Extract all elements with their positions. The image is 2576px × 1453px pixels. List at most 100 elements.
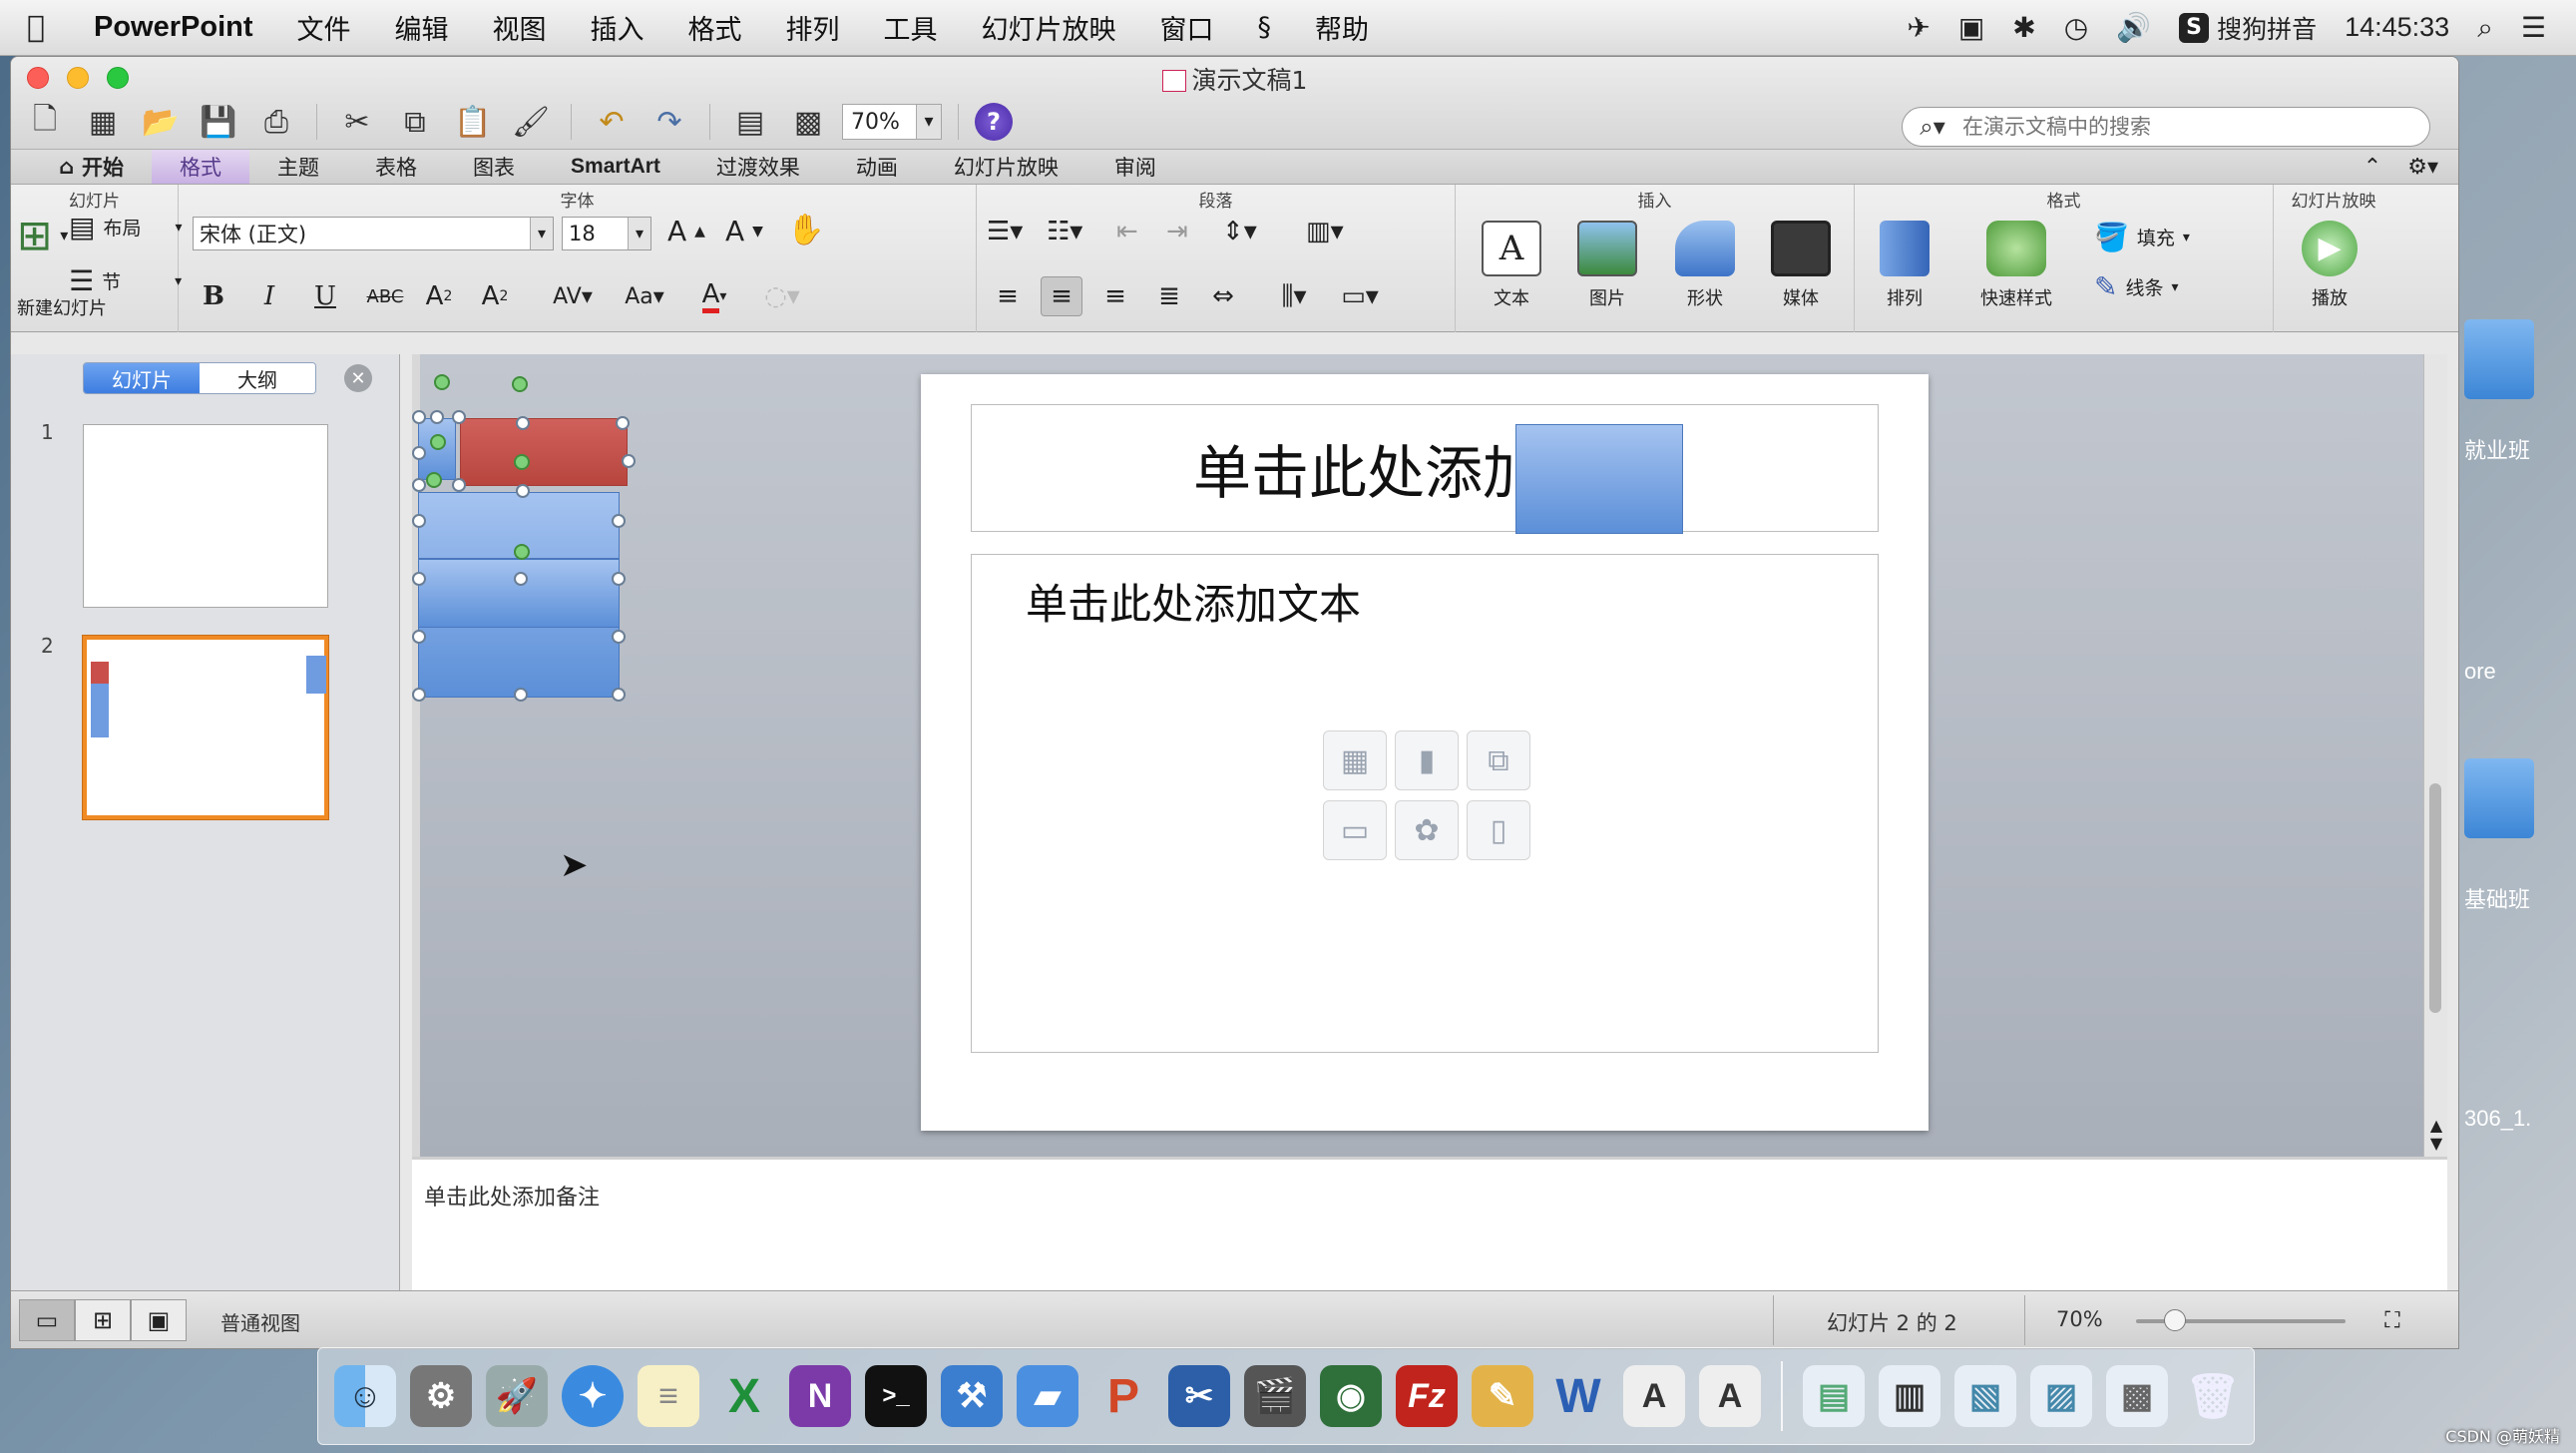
menu-clock[interactable]: 14:45:33	[2345, 12, 2449, 43]
rotation-handle[interactable]	[434, 374, 450, 390]
desktop-folder-icon[interactable]	[2464, 758, 2534, 838]
notes-pane[interactable]: 单击此处添加备注	[412, 1157, 2447, 1290]
decrease-indent-icon[interactable]: ⇤	[1116, 217, 1138, 246]
rotation-handle[interactable]	[512, 376, 528, 392]
insert-shape-button[interactable]: 形状	[1665, 221, 1745, 310]
font-color-icon[interactable]: A ▾	[683, 276, 745, 316]
launchpad-icon[interactable]: 🚀	[486, 1365, 548, 1427]
folder-icon[interactable]: ▰	[1017, 1365, 1078, 1427]
resize-handle[interactable]	[412, 572, 426, 586]
open-icon[interactable]: 📂	[137, 101, 185, 143]
excel-icon[interactable]: X	[713, 1365, 775, 1427]
align-left-icon[interactable]: ≡	[987, 276, 1029, 316]
grow-font-icon[interactable]: A ▲	[667, 215, 705, 247]
tab-tables[interactable]: 表格	[347, 150, 445, 184]
notes-icon[interactable]: ≡	[638, 1365, 699, 1427]
paste-icon[interactable]: 📋	[449, 101, 497, 143]
numbering-icon[interactable]: ☷▾	[1047, 217, 1082, 246]
shape-fill-button[interactable]: 🪣 填充 ▾	[2094, 221, 2190, 253]
desktop-label[interactable]: 就业班	[2464, 433, 2530, 465]
insert-clipart-icon[interactable]: ✿	[1395, 800, 1459, 860]
title-placeholder[interactable]: 单击此处添加标题	[971, 404, 1879, 532]
menu-arrange[interactable]: 排列	[764, 8, 862, 47]
downloads-stack-icon[interactable]: ▤	[1803, 1365, 1865, 1427]
resize-handle[interactable]	[412, 514, 426, 528]
underline-icon[interactable]: U	[304, 276, 346, 316]
close-pane-icon[interactable]: ✕	[344, 364, 372, 392]
increase-indent-icon[interactable]: ⇥	[1166, 217, 1188, 246]
insert-chart-icon[interactable]: ▮	[1395, 730, 1459, 790]
italic-icon[interactable]: I	[248, 276, 290, 316]
font-size-select[interactable]: 18	[562, 217, 651, 250]
character-spacing-icon[interactable]: AV▾	[542, 276, 604, 316]
resize-handle[interactable]	[612, 688, 626, 702]
ribbon-settings-icon[interactable]: ⚙▾	[2407, 155, 2438, 180]
collapse-ribbon-icon[interactable]: ⌃	[2363, 155, 2381, 180]
tab-slides-view[interactable]: 幻灯片	[84, 363, 200, 393]
search-box[interactable]: ⌕▾	[1902, 107, 2430, 147]
spotlight-search-icon[interactable]: ⌕	[2477, 11, 2493, 45]
script-editor-icon[interactable]: ✎	[1472, 1365, 1533, 1427]
normal-view-icon[interactable]: ▭	[19, 1299, 75, 1341]
notification-center-icon[interactable]: ☰	[2521, 11, 2546, 44]
terminal-icon[interactable]: >_	[865, 1365, 927, 1427]
distributed-icon[interactable]: ⇔	[1202, 276, 1244, 316]
imovie-icon[interactable]: 🎬	[1244, 1365, 1306, 1427]
tab-slideshow[interactable]: 幻灯片放映	[926, 150, 1086, 184]
resize-handle[interactable]	[516, 416, 530, 430]
desktop-label[interactable]: 基础班	[2464, 882, 2530, 914]
xcode-icon[interactable]: ⚒	[941, 1365, 1003, 1427]
trash-icon[interactable]: 🗑	[2182, 1365, 2244, 1427]
play-slideshow-button[interactable]: ▶ 播放	[2290, 221, 2369, 310]
resize-handle[interactable]	[612, 572, 626, 586]
columns-icon[interactable]: ▥▾	[1306, 217, 1344, 246]
templates-icon[interactable]: ▦	[79, 101, 127, 143]
menu-insert[interactable]: 插入	[569, 8, 666, 47]
highlight-icon[interactable]: ◌▾	[751, 276, 813, 316]
apple-menu-icon[interactable]: 	[0, 10, 72, 45]
onenote-icon[interactable]: N	[789, 1365, 851, 1427]
resize-handle[interactable]	[622, 454, 636, 468]
align-right-icon[interactable]: ≡	[1094, 276, 1136, 316]
archive-stack-icon[interactable]: ▩	[2106, 1365, 2168, 1427]
desktop-label[interactable]: 306_1.	[2464, 1106, 2531, 1132]
rotation-handle[interactable]	[514, 544, 530, 560]
powerpoint-icon[interactable]: P	[1092, 1365, 1154, 1427]
document-stack-icon[interactable]: ▥	[1879, 1365, 1940, 1427]
menu-edit[interactable]: 编辑	[373, 8, 471, 47]
font-name-select[interactable]: 宋体 (正文)	[193, 217, 554, 250]
image-stack-icon[interactable]: ▨	[2030, 1365, 2092, 1427]
tab-themes[interactable]: 主题	[249, 150, 347, 184]
resize-handle[interactable]	[452, 478, 466, 492]
system-preferences-icon[interactable]: ⚙	[410, 1365, 472, 1427]
layout-button[interactable]: ▤ 布局 ▾	[69, 211, 183, 243]
help-icon[interactable]: ?	[975, 103, 1013, 141]
tab-home[interactable]: ⌂ 开始	[31, 150, 152, 184]
video-camera-icon[interactable]: ▣	[1958, 11, 1984, 44]
resize-handle[interactable]	[430, 410, 444, 424]
format-painter-icon[interactable]: 🖌	[507, 101, 555, 143]
slide-thumbnail-1[interactable]	[83, 424, 328, 608]
desktop-label[interactable]: ore	[2464, 659, 2496, 685]
copy-icon[interactable]: ⧉	[391, 101, 439, 143]
red-rectangle[interactable]	[460, 418, 628, 486]
align-text-icon[interactable]: ▭▾	[1332, 276, 1388, 316]
new-slide-label[interactable]: 新建幻灯片	[17, 294, 107, 320]
line-spacing-icon[interactable]: ⇕▾	[1222, 217, 1257, 246]
insert-smartart-icon[interactable]: ⧉	[1467, 730, 1530, 790]
resize-handle[interactable]	[412, 410, 426, 424]
bold-icon[interactable]: B	[193, 276, 234, 316]
justify-icon[interactable]: ≣	[1148, 276, 1190, 316]
superscript-icon[interactable]: A2	[418, 276, 460, 316]
arrange-button[interactable]: 排列	[1865, 221, 1944, 310]
slide-editor[interactable]: 单击此处添加标题 单击此处添加文本 ▦ ▮ ⧉ ▭ ✿ ▯ ▲ ▼	[412, 354, 2447, 1157]
safari-icon[interactable]: ✦	[562, 1365, 624, 1427]
insert-text-button[interactable]: A 文本	[1472, 221, 1551, 310]
vertical-scrollbar[interactable]: ▲ ▼	[2423, 354, 2447, 1157]
stacked-blue-rectangle-mid[interactable]	[418, 558, 620, 628]
tab-animations[interactable]: 动画	[828, 150, 926, 184]
input-method[interactable]: S 搜狗拼音	[2179, 10, 2317, 46]
resize-handle[interactable]	[514, 688, 528, 702]
insert-picture-icon[interactable]: ▭	[1323, 800, 1387, 860]
rotation-handle[interactable]	[514, 454, 530, 470]
